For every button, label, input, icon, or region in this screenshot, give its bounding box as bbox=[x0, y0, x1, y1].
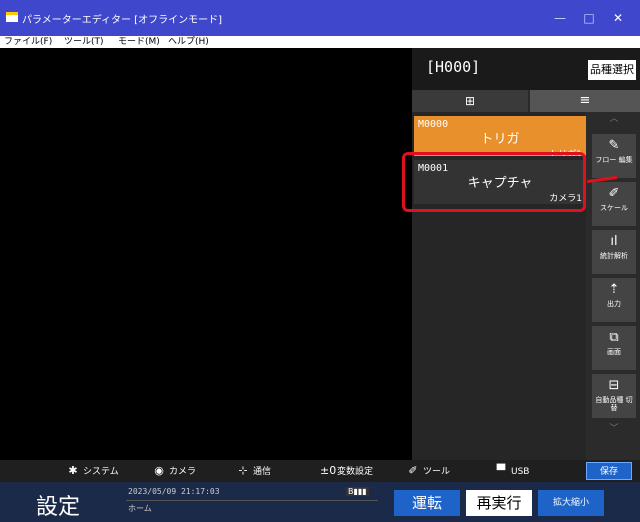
scroll-down-icon[interactable]: ﹀ bbox=[588, 422, 640, 436]
grid-icon[interactable]: ⊞ bbox=[412, 90, 528, 112]
memory-icon: B▮▮▮ bbox=[346, 487, 369, 496]
run-button[interactable]: 運転 bbox=[394, 490, 460, 516]
variable-settings-button[interactable]: ±0変数設定 bbox=[320, 463, 373, 479]
tool-label: スケール bbox=[600, 204, 628, 212]
tool-label: 自動品種 切替 bbox=[595, 396, 633, 412]
rerun-button[interactable]: 再実行 bbox=[466, 490, 532, 516]
tool-label: 出力 bbox=[607, 300, 621, 308]
variable-icon: ±0 bbox=[320, 464, 337, 477]
auto-switch-icon: ⊟ bbox=[608, 378, 620, 393]
system-button[interactable]: ✱ システム bbox=[66, 463, 119, 479]
project-header: [H000] 品種選択 bbox=[412, 48, 640, 90]
menu-mode[interactable]: モード(M) bbox=[118, 36, 160, 48]
screen-button[interactable]: ⧉ 画面 bbox=[592, 326, 636, 370]
network-icon: ⊹ bbox=[238, 464, 248, 477]
highlight-box bbox=[402, 152, 586, 212]
status-bar: 設定 2023/05/09 21:17:03 ホーム B▮▮▮ 運転 再実行 拡… bbox=[0, 482, 640, 522]
usb-icon: ▀ bbox=[496, 464, 506, 477]
tool-label: 画面 bbox=[607, 348, 621, 356]
menu-file[interactable]: ファイル(F) bbox=[4, 36, 52, 48]
view-toggle: ⊞ ≡ bbox=[412, 90, 640, 112]
usb-label: USB bbox=[511, 467, 530, 477]
maximize-button[interactable]: □ bbox=[577, 8, 601, 28]
system-label: システム bbox=[83, 467, 119, 477]
flow-panel: [H000] 品種選択 ⊞ ≡ M0000 トリガ トリガ1 M0001 キャプ… bbox=[412, 48, 640, 460]
bottom-toolbar: ✱ システム ◉ カメラ ⊹ 通信 ±0変数設定 ✐ ツール ▀ USB 保存 bbox=[0, 460, 640, 482]
scroll-up-icon[interactable]: ︿ bbox=[588, 112, 640, 126]
project-name: [H000] bbox=[426, 58, 481, 76]
wrench-icon: ✐ bbox=[408, 464, 418, 477]
ruler-icon: ✐ bbox=[608, 186, 620, 201]
output-button[interactable]: ⇡ 出力 bbox=[592, 278, 636, 322]
close-button[interactable]: ✕ bbox=[606, 8, 630, 28]
bar-chart-icon: ıl bbox=[610, 234, 618, 249]
tools-button[interactable]: ✐ ツール bbox=[406, 463, 450, 479]
tool-label: 統計解析 bbox=[600, 252, 628, 260]
usb-button[interactable]: ▀ USB bbox=[494, 463, 530, 479]
menu-bar: ファイル(F) ツール(T) モード(M) ヘルプ(H) bbox=[0, 36, 640, 48]
camera-label: カメラ bbox=[169, 467, 197, 477]
minimize-button[interactable]: — bbox=[548, 8, 572, 28]
scale-button[interactable]: ✐ スケール bbox=[592, 182, 636, 226]
unit-name: トリガ bbox=[480, 132, 520, 147]
tool-strip: ︿ ✎ フロー 編集 ✐ スケール ıl 統計解析 ⇡ 出力 ⧉ 画面 ⊟ 自動… bbox=[588, 112, 640, 460]
product-select-button[interactable]: 品種選択 bbox=[588, 60, 636, 80]
camera-button[interactable]: ◉ カメラ bbox=[152, 463, 196, 479]
window-title: パラメーターエディター [オフラインモード] bbox=[22, 15, 222, 26]
communication-label: 通信 bbox=[253, 467, 272, 477]
unit-trigger[interactable]: M0000 トリガ トリガ1 bbox=[414, 116, 586, 156]
list-icon[interactable]: ≡ bbox=[530, 90, 640, 112]
screen-icon: ⧉ bbox=[609, 330, 619, 345]
auto-switch-button[interactable]: ⊟ 自動品種 切替 bbox=[592, 374, 636, 418]
tool-label: フロー 編集 bbox=[595, 156, 633, 164]
menu-help[interactable]: ヘルプ(H) bbox=[168, 36, 209, 48]
communication-button[interactable]: ⊹ 通信 bbox=[236, 463, 271, 479]
menu-tools[interactable]: ツール(T) bbox=[64, 36, 104, 48]
statistics-button[interactable]: ıl 統計解析 bbox=[592, 230, 636, 274]
tools-label: ツール bbox=[423, 467, 451, 477]
save-button[interactable]: 保存 bbox=[586, 462, 632, 480]
output-icon: ⇡ bbox=[608, 282, 620, 297]
location-label: ホーム bbox=[128, 504, 152, 513]
image-viewport[interactable] bbox=[6, 48, 412, 460]
variable-settings-label: 変数設定 bbox=[337, 467, 374, 477]
title-bar: パラメーターエディター [オフラインモード] — □ ✕ bbox=[0, 0, 640, 36]
zoom-button[interactable]: 拡大縮小 bbox=[538, 490, 604, 516]
mode-label: 設定 bbox=[36, 495, 81, 520]
divider bbox=[126, 500, 378, 501]
datetime: 2023/05/09 21:17:03 bbox=[128, 487, 220, 496]
pencil-icon: ✎ bbox=[608, 138, 620, 153]
flow-edit-button[interactable]: ✎ フロー 編集 bbox=[592, 134, 636, 178]
camera-icon: ◉ bbox=[154, 464, 164, 477]
app-icon bbox=[6, 12, 18, 22]
gear-icon: ✱ bbox=[68, 464, 78, 477]
